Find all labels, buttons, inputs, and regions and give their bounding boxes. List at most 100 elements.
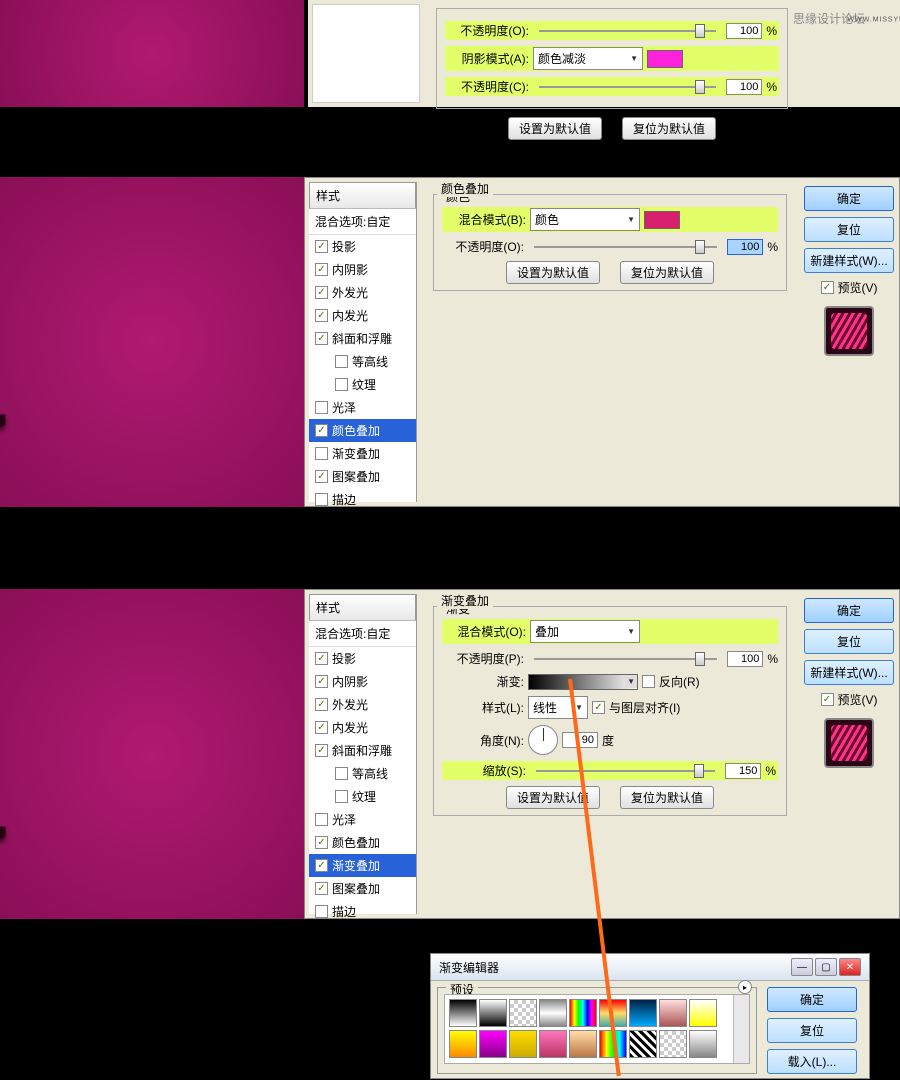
btn-set-default[interactable]: 设置为默认值 xyxy=(506,261,600,284)
value-opacity-o[interactable]: 100 xyxy=(726,23,762,39)
checkbox[interactable] xyxy=(335,355,348,368)
style-item[interactable]: 内阴影 xyxy=(309,670,416,693)
slider-scale[interactable] xyxy=(536,770,715,772)
checkbox[interactable] xyxy=(315,859,328,872)
checkbox[interactable] xyxy=(315,813,328,826)
style-item[interactable]: 内阴影 xyxy=(309,258,416,281)
preset-swatch[interactable] xyxy=(479,999,507,1027)
checkbox[interactable] xyxy=(315,905,328,918)
checkbox[interactable] xyxy=(315,721,328,734)
checkbox[interactable] xyxy=(315,836,328,849)
preview-checkbox[interactable] xyxy=(821,281,834,294)
btn-reset-default[interactable]: 复位为默认值 xyxy=(622,117,716,140)
style-item[interactable]: 光泽 xyxy=(309,396,416,419)
checkbox[interactable] xyxy=(315,286,328,299)
new-style-button[interactable]: 新建样式(W)... xyxy=(804,660,894,685)
preset-swatch[interactable] xyxy=(449,999,477,1027)
checkbox[interactable] xyxy=(315,447,328,460)
angle-dial[interactable] xyxy=(528,725,558,755)
style-item[interactable]: 外发光 xyxy=(309,693,416,716)
style-item[interactable]: 等高线 xyxy=(309,762,416,785)
load-button[interactable]: 载入(L)... xyxy=(767,1049,857,1074)
dropdown-style[interactable]: 线性▼ xyxy=(528,696,588,719)
ok-button[interactable]: 确定 xyxy=(767,987,857,1012)
new-style-button[interactable]: 新建样式(W)... xyxy=(804,248,894,273)
preset-swatch[interactable] xyxy=(569,999,597,1027)
ok-button[interactable]: 确定 xyxy=(804,598,894,623)
value-opacity-c[interactable]: 100 xyxy=(726,79,762,95)
preset-swatch[interactable] xyxy=(629,999,657,1027)
style-item[interactable]: 斜面和浮雕 xyxy=(309,327,416,350)
blend-options[interactable]: 混合选项:自定 xyxy=(309,621,416,647)
reset-button[interactable]: 复位 xyxy=(767,1018,857,1043)
checkbox[interactable] xyxy=(315,493,328,506)
swatch-shadow[interactable] xyxy=(647,50,683,68)
style-item[interactable]: 光泽 xyxy=(309,808,416,831)
style-item[interactable]: 内发光 xyxy=(309,716,416,739)
checkbox[interactable] xyxy=(315,263,328,276)
slider-opacity[interactable] xyxy=(534,658,717,660)
preset-swatch[interactable] xyxy=(629,1030,657,1058)
style-item[interactable]: 渐变叠加 xyxy=(309,442,416,465)
preset-menu-icon[interactable]: ▸ xyxy=(738,980,752,994)
reset-button[interactable]: 复位 xyxy=(804,629,894,654)
blend-options[interactable]: 混合选项:自定 xyxy=(309,209,416,235)
close-button[interactable]: ✕ xyxy=(839,958,861,976)
reverse-checkbox[interactable] xyxy=(642,675,655,688)
style-item[interactable]: 斜面和浮雕 xyxy=(309,739,416,762)
value-scale[interactable]: 150 xyxy=(725,763,761,779)
preview-checkbox[interactable] xyxy=(821,693,834,706)
swatch-color[interactable] xyxy=(644,211,680,229)
dropdown-shadow-mode[interactable]: 颜色减淡▼ xyxy=(533,47,643,70)
value-opacity[interactable]: 100 xyxy=(727,651,763,667)
checkbox[interactable] xyxy=(335,378,348,391)
dropdown-blend-mode[interactable]: 叠加▼ xyxy=(530,620,640,643)
style-item[interactable]: 颜色叠加 xyxy=(309,831,416,854)
preset-swatch[interactable] xyxy=(479,1030,507,1058)
slider-opacity-c[interactable] xyxy=(539,86,716,88)
style-item[interactable]: 等高线 xyxy=(309,350,416,373)
style-item[interactable]: 投影 xyxy=(309,235,416,258)
style-item[interactable]: 纹理 xyxy=(309,373,416,396)
preset-swatch[interactable] xyxy=(569,1030,597,1058)
style-item[interactable]: 内发光 xyxy=(309,304,416,327)
preset-swatch[interactable] xyxy=(659,999,687,1027)
checkbox[interactable] xyxy=(315,698,328,711)
preset-swatch[interactable] xyxy=(689,999,717,1027)
checkbox[interactable] xyxy=(315,240,328,253)
style-item[interactable]: 纹理 xyxy=(309,785,416,808)
btn-reset-default[interactable]: 复位为默认值 xyxy=(620,786,714,809)
style-item[interactable]: 描边 xyxy=(309,488,416,511)
minimize-button[interactable]: — xyxy=(791,958,813,976)
preset-swatch[interactable] xyxy=(659,1030,687,1058)
slider-opacity-o[interactable] xyxy=(539,30,716,32)
checkbox[interactable] xyxy=(315,332,328,345)
align-checkbox[interactable] xyxy=(592,701,605,714)
preset-swatch[interactable] xyxy=(509,1030,537,1058)
style-item[interactable]: 外发光 xyxy=(309,281,416,304)
checkbox[interactable] xyxy=(315,675,328,688)
btn-set-default[interactable]: 设置为默认值 xyxy=(508,117,602,140)
checkbox[interactable] xyxy=(315,401,328,414)
dropdown-blend-mode[interactable]: 颜色▼ xyxy=(530,208,640,231)
style-item[interactable]: 图案叠加 xyxy=(309,877,416,900)
reset-button[interactable]: 复位 xyxy=(804,217,894,242)
checkbox[interactable] xyxy=(315,424,328,437)
style-item[interactable]: 渐变叠加 xyxy=(309,854,416,877)
preset-swatch[interactable] xyxy=(449,1030,477,1058)
slider-opacity[interactable] xyxy=(534,246,717,248)
style-item[interactable]: 描边 xyxy=(309,900,416,923)
gradient-picker[interactable]: ▼ xyxy=(528,674,638,690)
checkbox[interactable] xyxy=(315,882,328,895)
checkbox[interactable] xyxy=(335,790,348,803)
preset-swatch[interactable] xyxy=(539,999,567,1027)
checkbox[interactable] xyxy=(315,470,328,483)
style-item[interactable]: 图案叠加 xyxy=(309,465,416,488)
checkbox[interactable] xyxy=(315,652,328,665)
style-item[interactable]: 颜色叠加 xyxy=(309,419,416,442)
checkbox[interactable] xyxy=(315,309,328,322)
preset-swatch[interactable] xyxy=(689,1030,717,1058)
checkbox[interactable] xyxy=(315,744,328,757)
value-opacity[interactable]: 100 xyxy=(727,239,763,255)
ok-button[interactable]: 确定 xyxy=(804,186,894,211)
